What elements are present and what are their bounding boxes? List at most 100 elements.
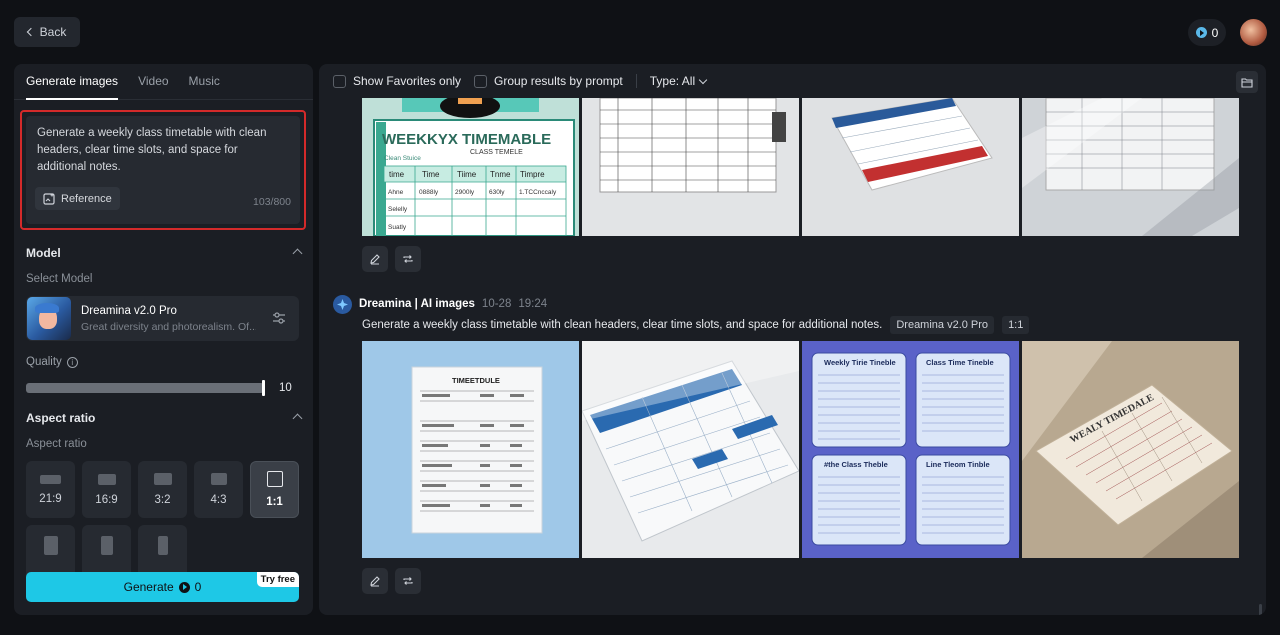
quality-slider[interactable] bbox=[26, 383, 264, 393]
result-image[interactable]: Weekly Tirie Tineble Class Time Tineble … bbox=[802, 341, 1019, 558]
aspect-4-3-label: 4:3 bbox=[210, 494, 227, 506]
prompt-highlight: Generate a weekly class timetable with c… bbox=[20, 110, 306, 230]
result-prompt[interactable]: Generate a weekly class timetable with c… bbox=[362, 319, 882, 331]
result-image[interactable]: TIMEETDULE bbox=[362, 341, 579, 558]
timetable-illustration bbox=[582, 98, 799, 236]
image-subtitle: CLASS TEMELE bbox=[470, 149, 523, 156]
avatar[interactable] bbox=[1240, 19, 1267, 46]
aspect-21-9[interactable]: 21:9 bbox=[26, 461, 75, 518]
ratio-pill: 1:1 bbox=[1002, 316, 1030, 334]
cell-text: 0888ly bbox=[419, 189, 439, 196]
chevron-up-icon[interactable] bbox=[292, 248, 303, 259]
cell-text: Time bbox=[422, 170, 440, 179]
image-add-icon bbox=[43, 192, 55, 205]
generate-button[interactable]: Generate 0 Try free bbox=[26, 572, 299, 602]
aspect-4-3-icon bbox=[210, 473, 227, 485]
aspect-2-3-icon bbox=[100, 536, 113, 555]
results-panel: Show Favorites only Group results by pro… bbox=[319, 64, 1266, 615]
credits-count: 0 bbox=[1211, 25, 1219, 40]
results-feed: WEEKKYX TIMEMABLE CLASS TEMELE Clean Stu… bbox=[319, 98, 1266, 615]
regenerate-button[interactable] bbox=[395, 568, 421, 594]
chevron-left-icon bbox=[26, 27, 35, 37]
aspect-1-1[interactable]: 1:1 bbox=[250, 461, 299, 518]
back-label: Back bbox=[39, 25, 67, 39]
aspect-1-1-icon bbox=[266, 471, 283, 487]
feed-scrollbar[interactable] bbox=[1259, 604, 1262, 615]
pencil-icon bbox=[370, 576, 380, 587]
edit-button[interactable] bbox=[362, 246, 388, 272]
aspect-21-9-icon bbox=[40, 474, 61, 484]
model-name: Dreamina v2.0 Pro bbox=[81, 305, 177, 317]
timetable-illustration: WEALY TIMEDALE bbox=[1022, 341, 1239, 558]
timetable-illustration bbox=[582, 341, 799, 558]
image-title: WEEKKYX TIMEMABLE bbox=[382, 131, 551, 148]
quality-value: 10 bbox=[279, 382, 292, 394]
result-image[interactable]: WEEKKYX TIMEMABLE CLASS TEMELE Clean Stu… bbox=[362, 98, 579, 236]
group-checkbox[interactable] bbox=[474, 74, 488, 88]
group-label: Group results by prompt bbox=[494, 74, 623, 88]
folder-button[interactable] bbox=[1236, 71, 1258, 93]
cell-text: Selelly bbox=[388, 206, 408, 213]
type-dropdown[interactable]: Type: All bbox=[649, 74, 708, 88]
top-bar: Back 0 bbox=[0, 0, 1280, 62]
aspect-4-3[interactable]: 4:3 bbox=[194, 461, 243, 518]
result-image[interactable] bbox=[1022, 98, 1239, 236]
result-image[interactable]: WEALY TIMEDALE bbox=[1022, 341, 1239, 558]
aspect-9-16-icon bbox=[157, 536, 168, 555]
model-section-title: Model bbox=[26, 246, 61, 260]
image-title: #the Class Theble bbox=[824, 460, 888, 469]
quality-row: Quality i bbox=[26, 356, 78, 368]
cell-text: Ahne bbox=[388, 189, 404, 196]
favorites-label: Show Favorites only bbox=[353, 74, 462, 88]
generator-tabs: Generate images Video Music bbox=[14, 64, 313, 100]
repeat-icon bbox=[403, 255, 413, 263]
result-image[interactable] bbox=[582, 98, 799, 236]
regenerate-button[interactable] bbox=[395, 246, 421, 272]
info-icon[interactable]: i bbox=[66, 356, 78, 368]
tab-music[interactable]: Music bbox=[189, 74, 220, 100]
favorites-checkbox[interactable] bbox=[333, 74, 346, 88]
aspect-3-4-icon bbox=[43, 536, 58, 555]
cell-text: Tiime bbox=[457, 170, 477, 179]
aspect-3-2-label: 3:2 bbox=[154, 494, 171, 506]
try-free-badge: Try free bbox=[256, 572, 299, 587]
favorites-toggle[interactable]: Show Favorites only bbox=[333, 74, 461, 88]
generate-cost: 0 bbox=[194, 580, 202, 594]
aspect-16-9[interactable]: 16:9 bbox=[82, 461, 131, 518]
aspect-1-1-label: 1:1 bbox=[266, 496, 283, 508]
reference-button[interactable]: Reference bbox=[35, 187, 120, 210]
timetable-illustration: Weekly Tirie Tineble Class Time Tineble … bbox=[802, 341, 1019, 558]
dreamina-logo-icon bbox=[333, 294, 352, 314]
model-selector[interactable]: Dreamina v2.0 Pro Great diversity and ph… bbox=[26, 296, 299, 341]
type-label: Type: All bbox=[649, 74, 696, 88]
cell-text: 630ly bbox=[489, 189, 505, 196]
edit-button[interactable] bbox=[362, 568, 388, 594]
sliders-icon[interactable] bbox=[271, 310, 287, 326]
group-toggle[interactable]: Group results by prompt bbox=[474, 74, 623, 88]
result-source: Dreamina | AI images bbox=[359, 298, 475, 310]
model-description: Great diversity and photorealism. Of... bbox=[81, 321, 256, 333]
result-image[interactable] bbox=[802, 98, 1019, 236]
aspect-label: Aspect ratio bbox=[26, 438, 87, 450]
model-pill: Dreamina v2.0 Pro bbox=[890, 316, 995, 334]
tab-generate-images[interactable]: Generate images bbox=[26, 74, 119, 100]
aspect-3-2-icon bbox=[153, 473, 172, 485]
divider bbox=[635, 74, 637, 88]
credits-badge[interactable]: 0 bbox=[1188, 19, 1226, 46]
result-date: 10-28 bbox=[481, 298, 512, 310]
result-image[interactable] bbox=[582, 341, 799, 558]
tab-video[interactable]: Video bbox=[138, 74, 168, 100]
timetable-illustration bbox=[802, 98, 1019, 236]
chevron-up-icon[interactable] bbox=[292, 413, 303, 424]
back-button[interactable]: Back bbox=[14, 17, 80, 47]
prompt-input[interactable]: Generate a weekly class timetable with c… bbox=[26, 116, 300, 224]
cell-text: Suatly bbox=[388, 224, 407, 231]
aspect-21-9-label: 21:9 bbox=[39, 492, 62, 505]
reference-label: Reference bbox=[61, 192, 112, 205]
aspect-3-2[interactable]: 3:2 bbox=[138, 461, 187, 518]
prompt-text[interactable]: Generate a weekly class timetable with c… bbox=[37, 125, 289, 176]
quality-slider-handle[interactable] bbox=[262, 380, 265, 396]
aspect-16-9-label: 16:9 bbox=[95, 493, 118, 506]
cell-text: Timpre bbox=[520, 170, 545, 179]
generator-panel: Generate images Video Music Generate a w… bbox=[14, 64, 313, 615]
